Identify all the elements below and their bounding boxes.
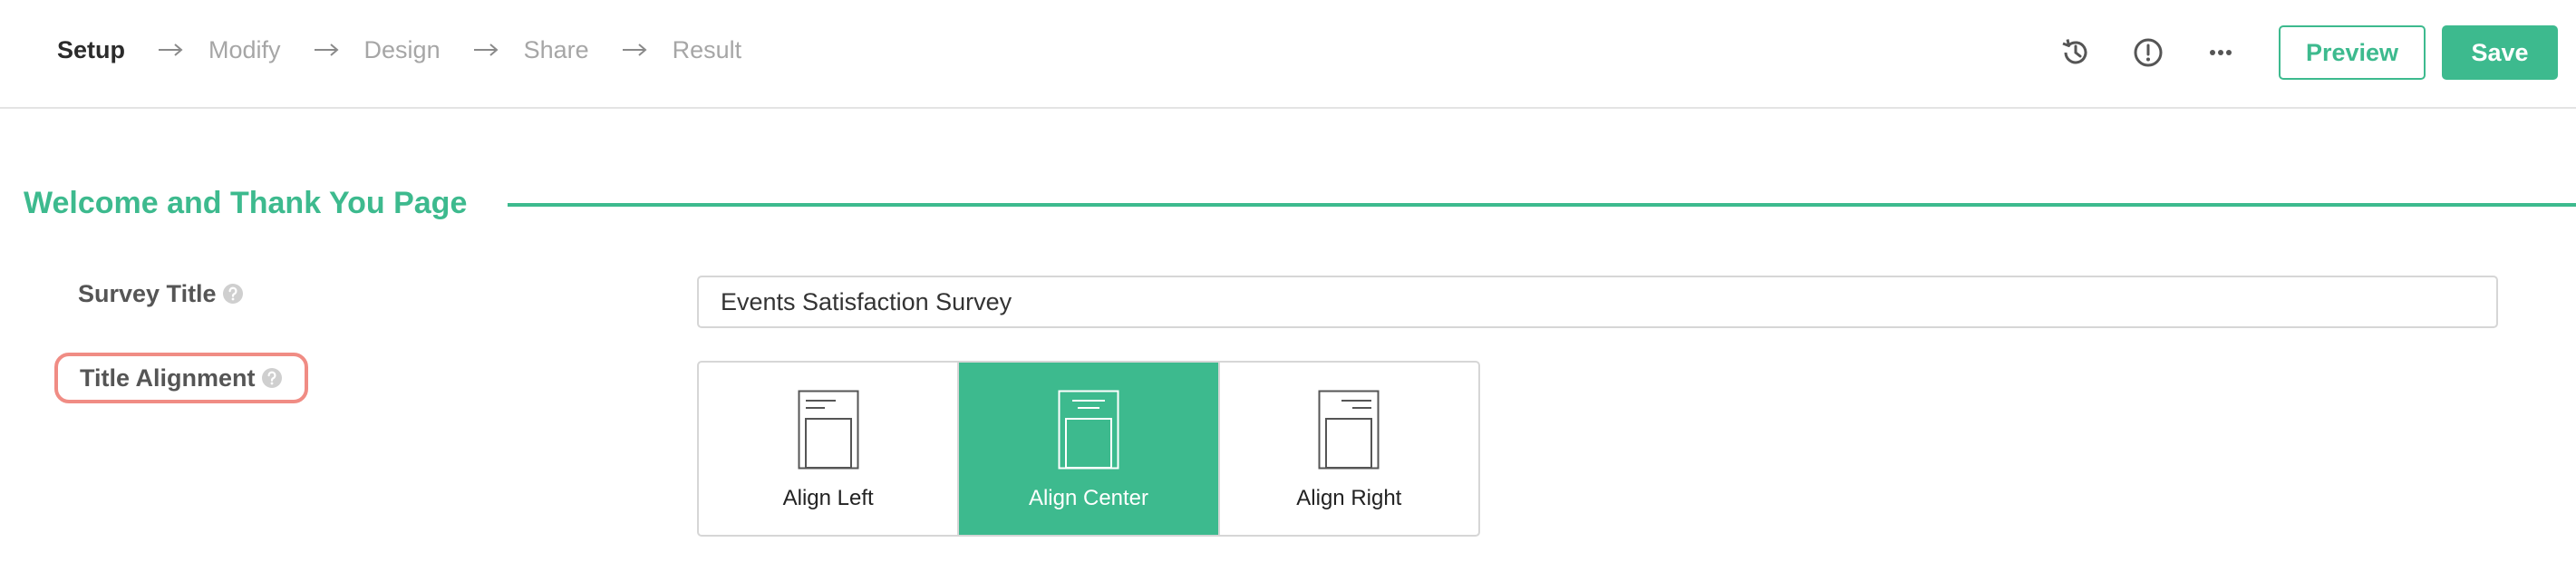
survey-title-label-text: Survey Title <box>78 279 217 307</box>
align-center-option[interactable]: Align Center <box>957 363 1218 535</box>
survey-title-input[interactable] <box>697 276 2498 328</box>
section-divider <box>508 203 2576 207</box>
history-icon[interactable] <box>2058 34 2094 71</box>
help-icon[interactable] <box>222 283 244 305</box>
align-right-icon <box>1318 390 1380 470</box>
section-title: Welcome and Thank You Page <box>24 186 468 220</box>
align-right-label: Align Right <box>1296 486 1402 510</box>
align-left-option[interactable]: Align Left <box>699 363 957 535</box>
align-right-option[interactable]: Align Right <box>1217 363 1478 535</box>
top-bar: Setup Modify Design Share Result Preview… <box>0 0 2576 109</box>
title-alignment-options: Align Left Align Center Align Right <box>697 361 1480 537</box>
help-icon[interactable] <box>261 367 283 389</box>
preview-button[interactable]: Preview <box>2279 25 2426 80</box>
align-left-label: Align Left <box>782 486 874 510</box>
align-left-icon <box>798 390 859 470</box>
align-center-label: Align Center <box>1028 486 1149 510</box>
title-alignment-label: Title Alignment <box>54 353 308 403</box>
top-actions: Preview Save <box>0 0 2576 105</box>
title-alignment-label-text: Title Alignment <box>80 363 256 392</box>
alert-circle-icon[interactable] <box>2130 34 2166 71</box>
survey-title-label: Survey Title <box>78 277 244 310</box>
save-button[interactable]: Save <box>2442 25 2558 80</box>
more-horizontal-icon[interactable] <box>2203 34 2239 71</box>
align-center-icon <box>1058 390 1119 470</box>
